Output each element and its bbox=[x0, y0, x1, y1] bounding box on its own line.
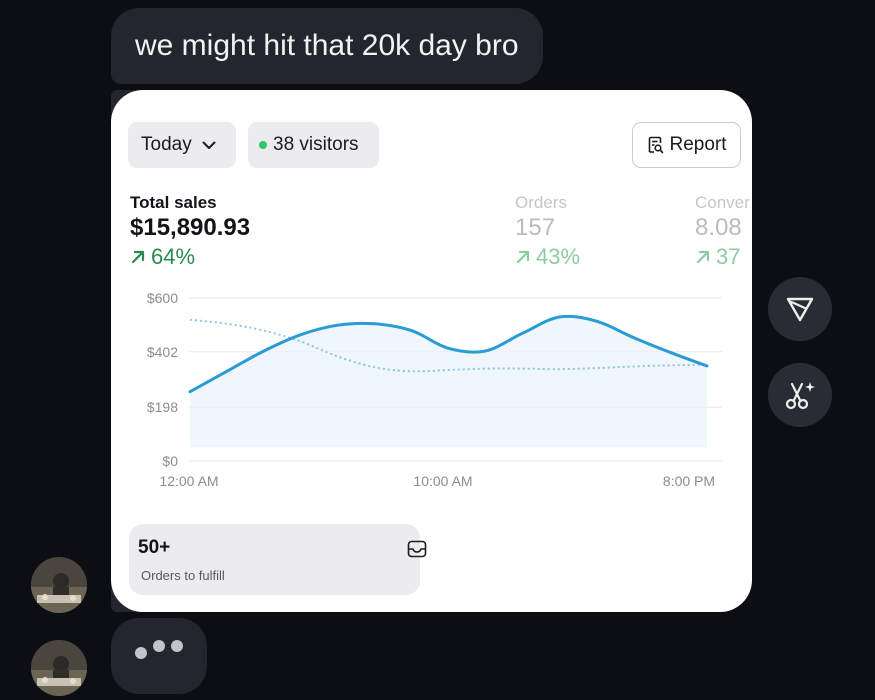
fulfill-count: 50+ bbox=[138, 537, 171, 558]
arrow-up-right-icon bbox=[131, 250, 145, 264]
avatar[interactable] bbox=[31, 557, 87, 613]
metric-label: Total sales bbox=[130, 193, 217, 212]
send-button[interactable] bbox=[768, 277, 832, 341]
metric-orders[interactable]: Orders 157 43% bbox=[515, 193, 580, 271]
metric-change: 43% bbox=[515, 243, 580, 271]
orders-to-fulfill-card[interactable]: 50+ Orders to fulfill bbox=[129, 524, 427, 595]
incoming-message-bubble: we might hit that 20k day bro bbox=[111, 8, 543, 84]
report-button[interactable]: Report bbox=[632, 122, 741, 168]
metric-change: 37 bbox=[695, 243, 750, 271]
metric-label: Orders bbox=[515, 193, 567, 212]
x-tick-label: 12:00 AM bbox=[159, 473, 218, 489]
report-label: Report bbox=[669, 134, 727, 155]
ai-edit-button[interactable] bbox=[768, 363, 832, 427]
metric-total-sales[interactable]: Total sales $15,890.93 64% bbox=[130, 193, 250, 271]
avatar-photo bbox=[31, 640, 87, 696]
scissors-sparkle-icon bbox=[785, 382, 815, 410]
message-text: we might hit that 20k day bro bbox=[135, 29, 519, 62]
inbox-icon bbox=[407, 540, 427, 558]
metric-label: Conver bbox=[695, 193, 750, 212]
typing-indicator bbox=[111, 618, 207, 694]
typing-dot bbox=[135, 647, 147, 659]
metric-change-value: 43% bbox=[536, 244, 581, 269]
visitors-label: 38 visitors bbox=[273, 134, 359, 155]
arrow-up-right-icon bbox=[516, 250, 530, 264]
metric-change-value: 37 bbox=[716, 244, 741, 269]
y-tick-label: $402 bbox=[147, 344, 178, 360]
fulfill-label: Orders to fulfill bbox=[141, 568, 225, 583]
avatar[interactable] bbox=[31, 640, 87, 696]
metric-value: 157 bbox=[515, 214, 556, 241]
y-tick-label: $600 bbox=[147, 290, 178, 306]
sales-line-chart: $600 $402 $198 $0 12:00 AM 10:00 AM 8:00 PM bbox=[147, 290, 722, 489]
typing-dot bbox=[153, 640, 165, 652]
metric-conversion[interactable]: Conver 8.08 37 bbox=[695, 193, 750, 271]
report-search-icon bbox=[649, 136, 664, 154]
chevron-down-icon bbox=[202, 141, 216, 149]
metric-change: 64% bbox=[130, 243, 250, 271]
shared-screenshot-card[interactable]: Today 38 visitors Report Total sales $15… bbox=[111, 90, 752, 612]
metric-value: 8.08 bbox=[695, 214, 742, 241]
period-dropdown[interactable]: Today bbox=[128, 122, 236, 168]
x-tick-label: 10:00 AM bbox=[413, 473, 472, 489]
y-tick-label: $0 bbox=[162, 453, 178, 469]
avatar-photo bbox=[31, 557, 87, 613]
send-triangle-icon bbox=[786, 297, 814, 322]
arrow-up-right-icon bbox=[696, 250, 710, 264]
typing-dot bbox=[171, 640, 183, 652]
y-tick-label: $198 bbox=[147, 399, 178, 415]
period-label: Today bbox=[141, 134, 192, 155]
visitors-badge[interactable]: 38 visitors bbox=[248, 122, 379, 168]
metric-change-value: 64% bbox=[151, 244, 196, 269]
metric-value: $15,890.93 bbox=[130, 214, 251, 241]
x-tick-label: 8:00 PM bbox=[663, 473, 715, 489]
live-status-dot bbox=[259, 141, 267, 149]
